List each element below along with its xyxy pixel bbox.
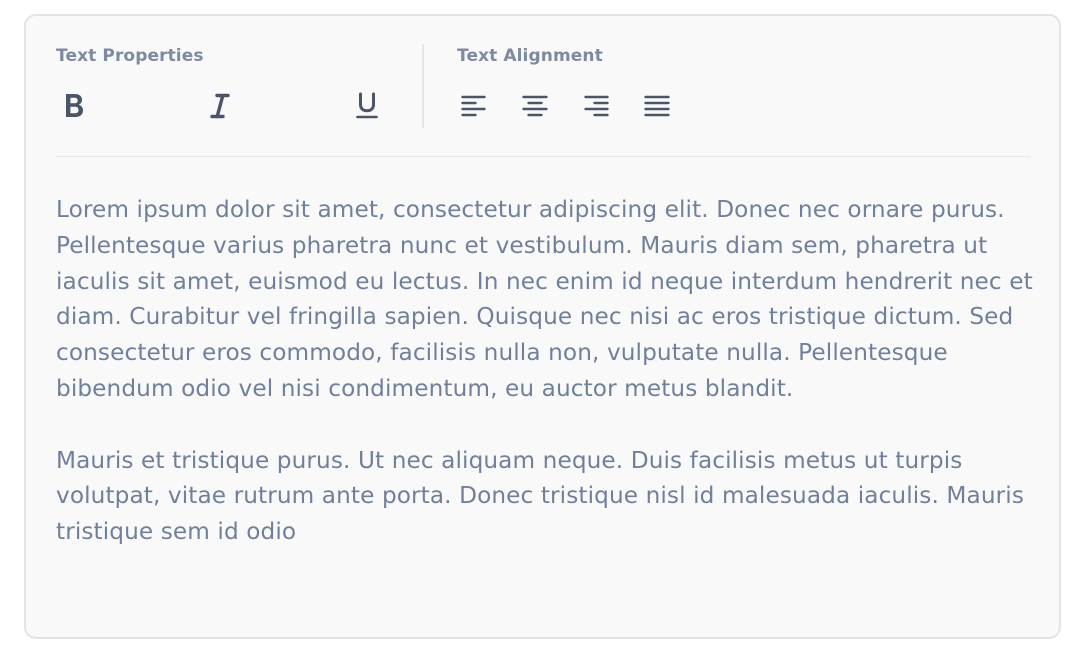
align-justify-icon xyxy=(644,95,670,117)
bold-icon xyxy=(66,94,83,117)
align-right-icon xyxy=(584,95,609,117)
underline-button[interactable] xyxy=(347,86,387,126)
text-editor-card: Text Properties Text Alignment Lorem ips… xyxy=(24,14,1061,639)
editor-content[interactable]: Lorem ipsum dolor sit amet, consectetur … xyxy=(56,192,1036,586)
toolbar-divider xyxy=(422,44,424,128)
bold-button[interactable] xyxy=(54,86,94,126)
text-properties-label: Text Properties xyxy=(56,46,204,66)
align-justify-button[interactable] xyxy=(637,86,677,126)
text-alignment-label: Text Alignment xyxy=(457,46,603,66)
editor-toolbar: Text Properties Text Alignment xyxy=(56,16,1031,157)
italic-button[interactable] xyxy=(200,86,240,126)
editor-paragraph: Mauris et tristique purus. Ut nec aliqua… xyxy=(56,446,1024,546)
align-center-button[interactable] xyxy=(515,86,555,126)
align-right-button[interactable] xyxy=(576,86,616,126)
italic-icon xyxy=(210,93,230,119)
underline-icon xyxy=(356,92,378,119)
align-center-icon xyxy=(522,95,548,117)
editor-paragraph: Lorem ipsum dolor sit amet, consectetur … xyxy=(56,196,1033,402)
align-left-icon xyxy=(461,95,486,117)
align-left-button[interactable] xyxy=(454,86,494,126)
